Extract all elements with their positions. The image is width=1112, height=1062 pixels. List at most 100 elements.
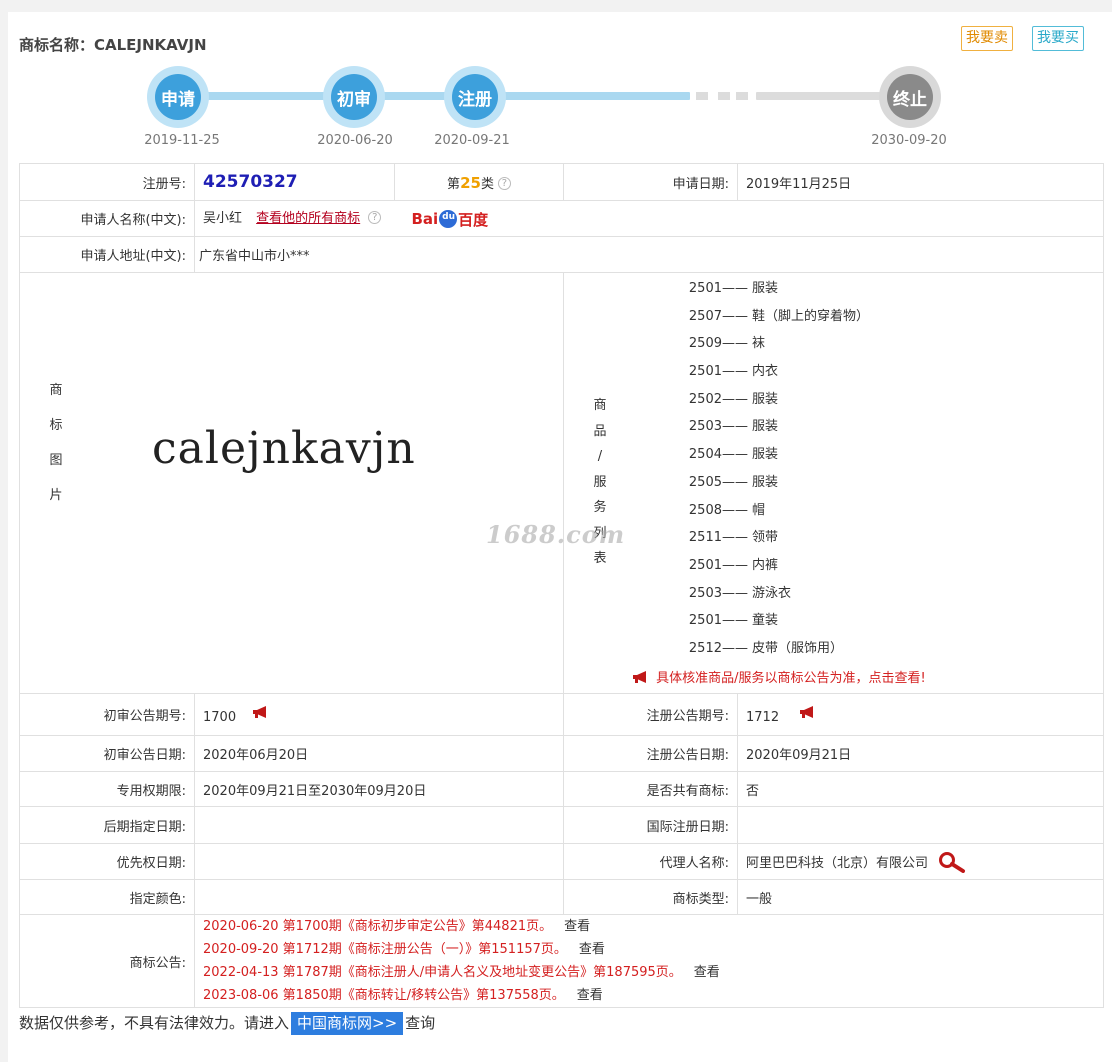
address-value: 广东省中山市小*** (194, 236, 1104, 273)
table-row: 申请人地址(中文): 广东省中山市小*** (19, 236, 1104, 273)
prelim-no-cell: 1700 (194, 693, 564, 736)
goods-dash: —— (722, 530, 748, 546)
term-label: 专用权期限: (19, 771, 195, 807)
goods-name: 服装 (752, 474, 779, 490)
goods-dash: —— (722, 364, 748, 380)
announcement-text: 2022-04-13 第1787期《商标注册人/申请人名义及地址变更公告》第18… (203, 965, 682, 980)
goods-dash: —— (722, 308, 748, 324)
china-trademark-link[interactable]: 中国商标网>> (291, 1012, 404, 1035)
intl-reg-date-value (737, 806, 1104, 844)
goods-notice-link[interactable]: 具体核准商品/服务以商标公告为准，点击查看! (632, 667, 926, 686)
agent-value: 阿里巴巴科技（北京）有限公司 (746, 855, 929, 871)
trademark-name-title: 商标名称：CALEJNKAVJN (19, 36, 207, 54)
shared-label: 是否共有商标: (563, 771, 738, 807)
timeline-node-register: 注册 (444, 66, 506, 128)
help-icon[interactable]: ? (497, 176, 511, 190)
goods-code: 2503 (688, 585, 722, 601)
timeline-gap-dot (696, 92, 708, 100)
reg-pub-no-value: 1712 (746, 709, 780, 725)
goods-name: 服装 (752, 281, 779, 296)
image-label-char: 商 (49, 383, 63, 398)
prelim-date-value: 2020年06月20日 (194, 735, 564, 772)
goods-label-char: 务 (593, 500, 607, 515)
intl-reg-date-label: 国际注册日期: (563, 806, 738, 844)
goods-dash: —— (722, 281, 748, 296)
goods-code: 2504 (688, 447, 722, 463)
timeline-date: 2020-06-20 (317, 133, 393, 148)
goods-dash: —— (722, 557, 748, 573)
reg-pub-date-label: 注册公告日期: (563, 735, 738, 772)
announcement-view-link[interactable]: 查看 (577, 988, 603, 1003)
announcement-view-link[interactable]: 查看 (564, 919, 590, 934)
goods-dash: —— (722, 613, 748, 629)
goods-label-char: 商 (593, 398, 607, 413)
applicant-label: 申请人名称(中文): (19, 200, 195, 237)
timeline-node-label: 初审 (331, 74, 377, 120)
goods-name: 童装 (752, 613, 779, 629)
goods-dash: —— (722, 585, 748, 601)
goods-name: 游泳衣 (752, 585, 792, 601)
goods-notice-text: 具体核准商品/服务以商标公告为准，点击查看! (656, 671, 926, 686)
goods-name: 服装 (752, 447, 779, 463)
announcement-item: 2020-06-20 第1700期《商标初步审定公告》第44821页。 查看 (203, 915, 1095, 938)
megaphone-icon[interactable] (799, 705, 819, 719)
view-all-trademarks-link[interactable]: 查看他的所有商标 (256, 211, 360, 226)
goods-item: 2511—— 领带 (658, 524, 869, 552)
table-row: 商 标 图 片 calejnkavjn 商 品 / 服 务 列 表 2501——… (19, 272, 1104, 694)
megaphone-icon[interactable] (252, 705, 272, 719)
goods-dash: —— (722, 419, 748, 435)
table-row: 初审公告期号: 1700 注册公告期号: 1712 (19, 693, 1104, 736)
image-label-vertical: 商 标 图 片 (46, 373, 66, 513)
timeline-gap-dot (718, 92, 730, 100)
goods-code: 2511 (688, 530, 722, 546)
goods-code: 2505 (688, 474, 722, 490)
later-designation-label: 后期指定日期: (19, 806, 195, 844)
goods-name: 鞋（脚上的穿着物） (752, 308, 870, 324)
address-label: 申请人地址(中文): (19, 236, 195, 273)
announcement-view-link[interactable]: 查看 (579, 942, 605, 957)
trademark-detail-page: 商标名称：CALEJNKAVJN 我要卖 我要买 申请 初审 注册 终止 201… (8, 12, 1112, 1062)
timeline-node-prelim: 初审 (323, 66, 385, 128)
sell-button[interactable]: 我要卖 (961, 26, 1013, 51)
goods-name: 领带 (752, 530, 779, 546)
agent-label: 代理人名称: (563, 843, 738, 880)
timeline-date: 2019-11-25 (144, 133, 220, 148)
timeline-node-apply: 申请 (147, 66, 209, 128)
image-label-char: 图 (49, 453, 63, 468)
baidu-logo-left: Bai (411, 210, 439, 229)
goods-item: 2501—— 内裤 (658, 552, 869, 580)
trademark-image-cell: 商 标 图 片 calejnkavjn (19, 272, 564, 694)
goods-code: 2501 (688, 613, 722, 629)
table-row: 后期指定日期: 国际注册日期: (19, 806, 1104, 844)
reg-no-cell: 42570327 (194, 163, 395, 201)
prelim-no-label: 初审公告期号: (19, 693, 195, 736)
timeline-node-label: 申请 (155, 74, 201, 120)
announcement-item: 2023-08-06 第1850期《商标转让/移转公告》第137558页。 查看 (203, 984, 1095, 1007)
goods-code: 2507 (688, 308, 722, 324)
goods-item: 2504—— 服装 (658, 441, 869, 469)
baidu-search-logo[interactable]: Bai 百度 (411, 209, 488, 230)
goods-dash: —— (722, 502, 748, 518)
disclaimer-text: 数据仅供参考，不具有法律效力。请进入 (19, 1014, 290, 1032)
baidu-paw-icon (439, 210, 458, 229)
help-icon[interactable]: ? (368, 211, 382, 225)
goods-item: 2503—— 游泳衣 (658, 580, 869, 608)
goods-dash: —— (722, 391, 748, 407)
reg-no-value: 42570327 (203, 172, 298, 192)
timeline-date: 2020-09-21 (434, 133, 510, 148)
goods-dash: —— (722, 640, 748, 656)
table-row: 指定颜色: 商标类型: 一般 (19, 879, 1104, 915)
buy-button[interactable]: 我要买 (1032, 26, 1084, 51)
goods-code: 2509 (688, 336, 722, 352)
goods-name: 服装 (752, 391, 779, 407)
goods-dash: —— (722, 447, 748, 463)
applicant-cell: 吴小红 查看他的所有商标 ? Bai 百度 (194, 200, 1104, 237)
goods-item: 2512—— 皮带（服饰用） (658, 635, 869, 663)
shared-value: 否 (737, 771, 1104, 807)
class-suffix: 类 (480, 176, 494, 192)
table-row: 申请人名称(中文): 吴小红 查看他的所有商标 ? Bai 百度 (19, 200, 1104, 237)
announcement-view-link[interactable]: 查看 (694, 965, 720, 980)
table-row: 商标公告: 2020-06-20 第1700期《商标初步审定公告》第44821页… (19, 914, 1104, 1008)
search-icon[interactable] (938, 851, 966, 873)
table-row: 优先权日期: 代理人名称: 阿里巴巴科技（北京）有限公司 (19, 843, 1104, 880)
